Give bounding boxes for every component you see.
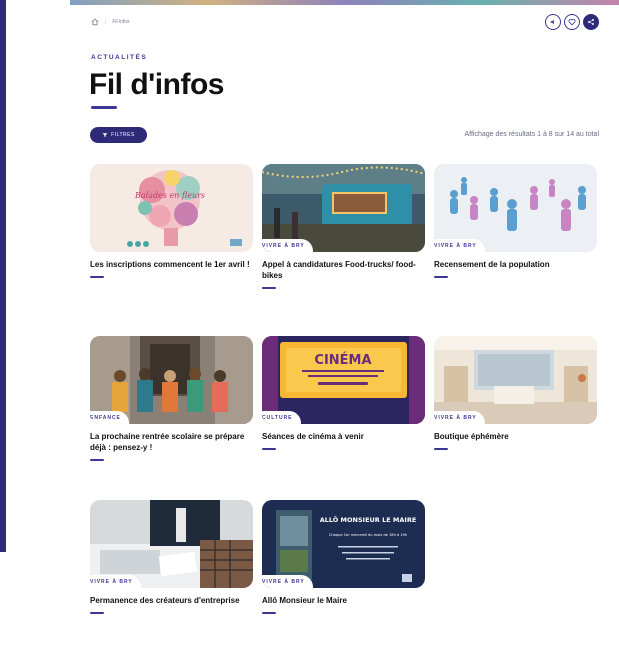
favorite-button[interactable] (564, 14, 580, 30)
card-underline (90, 611, 104, 614)
card-tag: CULTURE (262, 411, 301, 424)
title-underline (91, 106, 117, 109)
card-title[interactable]: Séances de cinéma à venir (262, 432, 425, 443)
card-image[interactable]: ALLÔ MONSIEUR LE MAIRE Chaque 1er mercre… (262, 500, 425, 588)
news-card[interactable]: ALLÔ MONSIEUR LE MAIRE Chaque 1er mercre… (262, 500, 425, 614)
listen-button[interactable] (545, 14, 561, 30)
poster-subtext: Chaque 1er mercredi du mois de 18h à 19h (329, 533, 407, 537)
card-underline (90, 275, 104, 278)
card-image[interactable]: VIVRE À BRY (90, 500, 253, 588)
card-title[interactable]: Boutique éphémère (434, 432, 597, 443)
card-image[interactable]: Balades en fleurs (90, 164, 253, 252)
poster-text: ALLÔ MONSIEUR LE MAIRE (320, 515, 417, 524)
card-tag: VIVRE À BRY (434, 411, 485, 424)
results-count: Affichage des résultats 1 à 8 sur 14 au … (464, 131, 599, 138)
flower-poster-image: Balades en fleurs (90, 164, 253, 252)
news-card[interactable]: VIVRE À BRY Permanence des créateurs d'e… (90, 500, 253, 614)
card-title[interactable]: Appel à candidatures Food-trucks/ food-b… (262, 260, 425, 282)
page-kicker: ACTUALITÉS (91, 54, 148, 61)
share-button[interactable] (583, 14, 599, 30)
card-underline (262, 611, 276, 614)
news-card[interactable]: VIVRE À BRY Appel à candidatures Food-tr… (262, 164, 425, 289)
card-title[interactable]: Recensement de la population (434, 260, 597, 271)
card-tag: VIVRE À BRY (90, 575, 141, 588)
card-image[interactable]: VIVRE À BRY (434, 164, 597, 252)
card-title[interactable]: Les inscriptions commencent le 1er avril… (90, 260, 253, 271)
page-title: Fil d'infos (89, 68, 224, 101)
filter-button[interactable]: FILTRES (90, 127, 147, 143)
filter-button-label: FILTRES (111, 132, 135, 138)
news-card[interactable]: CINÉMA CULTURE Séances de cinéma à venir (262, 336, 425, 450)
card-underline (434, 447, 448, 450)
poster-text: Balades en fleurs (134, 191, 205, 200)
card-tag: VIVRE À BRY (434, 239, 485, 252)
listen-icon (550, 19, 554, 25)
card-title[interactable]: La prochaine rentrée scolaire se prépare… (90, 432, 253, 454)
share-icon (588, 19, 594, 25)
news-card[interactable]: VIVRE À BRY Boutique éphémère (434, 336, 597, 450)
card-image[interactable]: VIVRE À BRY (434, 336, 597, 424)
poster-text: CINÉMA (314, 352, 371, 368)
card-underline (262, 447, 276, 450)
breadcrumb-current[interactable]: Fil infos (112, 19, 129, 25)
card-image[interactable]: ENFANCE (90, 336, 253, 424)
card-underline (90, 458, 104, 461)
news-card[interactable]: Balades en fleurs Les inscriptions comme… (90, 164, 253, 278)
home-icon[interactable] (91, 18, 99, 26)
card-tag: VIVRE À BRY (262, 239, 313, 252)
heart-icon (568, 19, 576, 26)
news-card[interactable]: VIVRE À BRY Recensement de la population (434, 164, 597, 278)
breadcrumb: | Fil infos (91, 18, 130, 26)
breadcrumb-separator: | (105, 19, 107, 25)
card-image[interactable]: CINÉMA CULTURE (262, 336, 425, 424)
left-accent-bar (0, 0, 6, 552)
card-underline (262, 286, 276, 289)
page-actions (545, 14, 599, 30)
card-title[interactable]: Allô Monsieur le Maire (262, 596, 425, 607)
news-card[interactable]: ENFANCE La prochaine rentrée scolaire se… (90, 336, 253, 461)
card-title[interactable]: Permanence des créateurs d'entreprise (90, 596, 253, 607)
card-tag: VIVRE À BRY (262, 575, 313, 588)
card-image[interactable]: VIVRE À BRY (262, 164, 425, 252)
filter-icon (102, 133, 108, 138)
card-tag: ENFANCE (90, 411, 129, 424)
card-underline (434, 275, 448, 278)
top-image-strip (70, 0, 619, 5)
